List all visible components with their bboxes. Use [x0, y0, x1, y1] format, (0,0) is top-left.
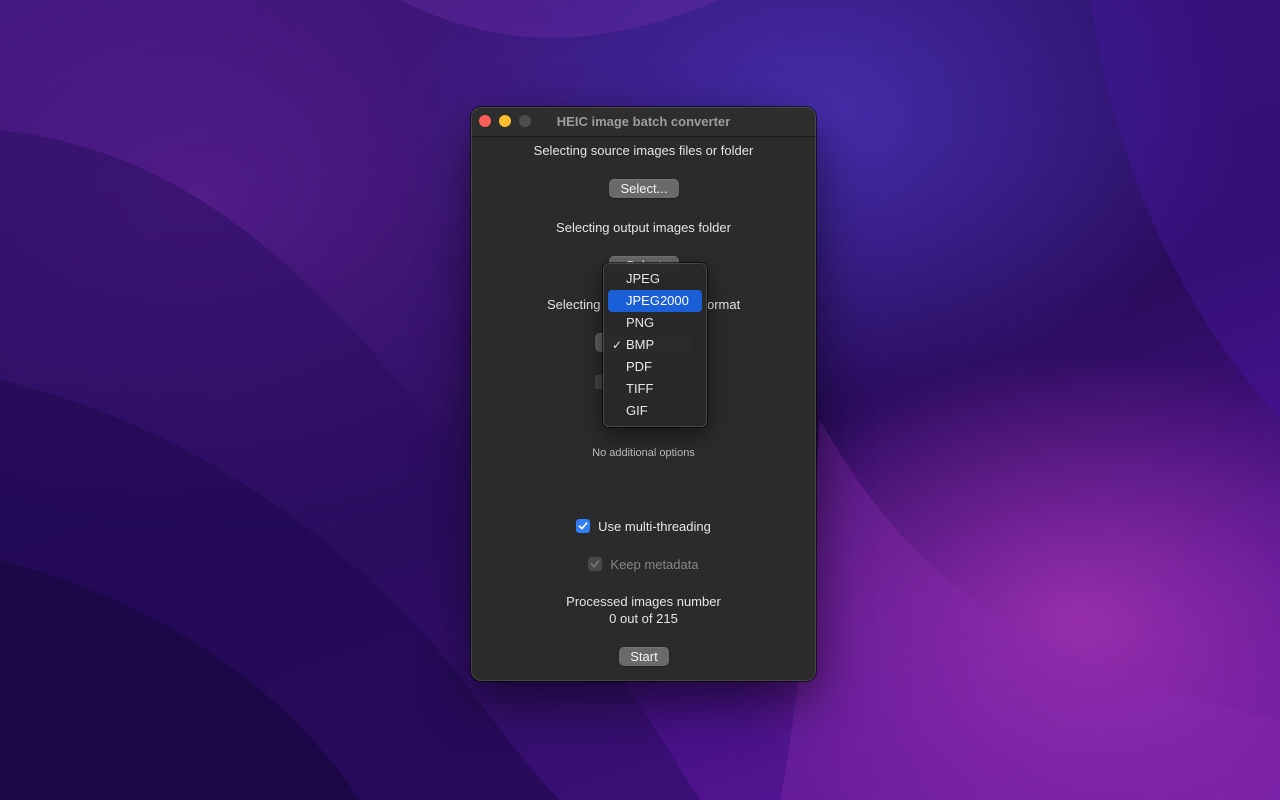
menu-item-label: TIFF — [626, 381, 654, 396]
multithreading-label: Use multi-threading — [598, 518, 711, 534]
menu-item-tiff[interactable]: TIFF — [608, 378, 702, 400]
source-label: Selecting source images files or folder — [533, 143, 754, 158]
format-label-right: ormat — [707, 297, 741, 312]
menu-item-label: BMP — [626, 337, 655, 352]
processed-label: Processed images number — [566, 594, 721, 609]
menu-item-label: JPEG — [626, 271, 660, 286]
menu-item-label: JPEG2000 — [626, 293, 689, 308]
metadata-option: Keep metadata — [471, 556, 816, 572]
format-label-left: Selecting — [547, 297, 601, 312]
window-title: HEIC image batch converter — [556, 114, 731, 129]
checkmark-icon — [591, 560, 600, 568]
checkmark-icon — [578, 522, 588, 530]
multithreading-checkbox[interactable] — [576, 519, 591, 533]
start-button[interactable]: Start — [619, 647, 669, 666]
additional-options-note: No additional options — [592, 447, 695, 459]
menu-item-gif[interactable]: GIF — [608, 400, 702, 422]
menu-item-label: PDF — [626, 359, 652, 374]
menu-item-label: GIF — [626, 403, 648, 418]
checkmark-icon: ✓ — [612, 338, 623, 352]
menu-item-jpeg[interactable]: JPEG — [608, 268, 702, 290]
menu-item-png[interactable]: PNG — [608, 312, 702, 334]
menu-item-pdf[interactable]: PDF — [608, 356, 702, 378]
metadata-checkbox — [588, 557, 603, 571]
select-source-button[interactable]: Select... — [609, 179, 679, 198]
metadata-label: Keep metadata — [610, 556, 699, 572]
menu-item-label: PNG — [626, 315, 655, 330]
output-label: Selecting output images folder — [556, 220, 731, 235]
title-bar: HEIC image batch converter — [471, 107, 816, 137]
menu-item-bmp[interactable]: ✓ BMP — [608, 334, 702, 356]
menu-item-jpeg2000[interactable]: JPEG2000 — [608, 290, 702, 312]
format-dropdown-menu: JPEG JPEG2000 PNG ✓ BMP PDF TIFF GIF — [603, 263, 707, 427]
multithreading-option[interactable]: Use multi-threading — [471, 518, 816, 534]
processed-count: 0 out of 215 — [609, 611, 678, 626]
